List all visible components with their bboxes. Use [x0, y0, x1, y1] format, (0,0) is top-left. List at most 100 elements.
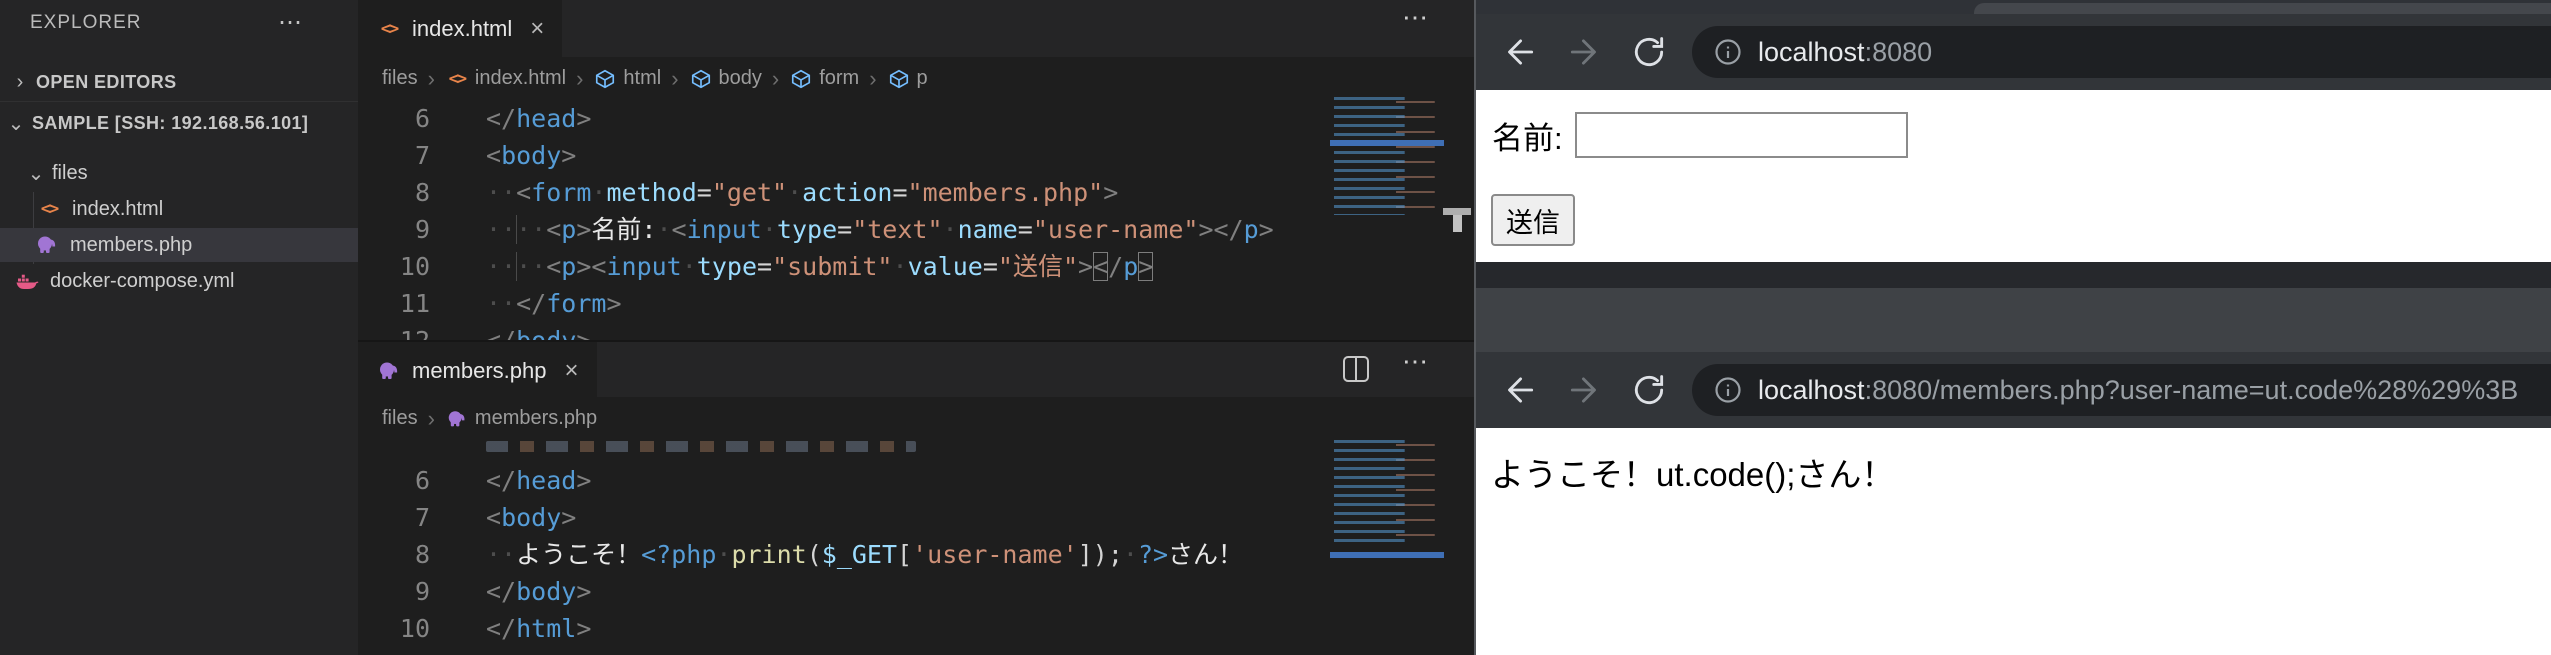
html-file-icon: <>: [445, 67, 469, 91]
line-number: 8: [358, 174, 430, 211]
sidebar-item-members-php[interactable]: members.php: [0, 228, 358, 262]
code-line[interactable]: 10····<p><input·type="submit"·value="送信"…: [358, 248, 1450, 285]
code-line[interactable]: 10</html>: [358, 610, 1450, 647]
sidebar-item-docker-compose[interactable]: docker-compose.yml: [0, 264, 358, 298]
editor-area: <> index.html × ⋯ files › <> index.html …: [358, 0, 1474, 655]
folder-label: files: [52, 162, 88, 185]
browser1-tabstrip-edge: [1974, 3, 2551, 14]
tab-label: members.php: [412, 358, 547, 384]
welcome-text: ようこそ！ut.code();さん！: [1491, 448, 1894, 496]
file-label: docker-compose.yml: [50, 270, 235, 293]
breadcrumb: files › members.php: [358, 397, 1474, 440]
line-number: 11: [358, 285, 430, 322]
open-editors-label: OPEN EDITORS: [36, 72, 177, 93]
browser2-toolbar: localhost:8080/members.php?user-name=ut.…: [1474, 352, 2551, 428]
code-line[interactable]: 11··</form>: [358, 285, 1450, 322]
reload-icon[interactable]: [1630, 33, 1668, 71]
code-line[interactable]: 6</head>: [358, 462, 1450, 499]
workspace-header[interactable]: ⌄ SAMPLE [SSH: 192.168.56.101]: [0, 106, 358, 140]
code-line[interactable]: 8··ようこそ！<?php·print($_GET['user-name']);…: [358, 536, 1450, 573]
info-icon[interactable]: [1714, 376, 1742, 404]
address-bar[interactable]: localhost:8080: [1692, 26, 2551, 78]
code-line[interactable]: 9</body>: [358, 573, 1450, 610]
breadcrumb-item-files[interactable]: files: [382, 67, 418, 90]
breadcrumb-item-p[interactable]: p: [887, 67, 928, 91]
explorer-title: EXPLORER: [30, 12, 141, 34]
breadcrumb-item-file[interactable]: <> index.html: [445, 67, 566, 91]
back-icon[interactable]: [1500, 371, 1538, 409]
address-bar[interactable]: localhost:8080/members.php?user-name=ut.…: [1692, 364, 2551, 416]
line-number: 9: [358, 211, 430, 248]
line-number: 9: [358, 573, 430, 610]
tab-members-php[interactable]: members.php ×: [358, 342, 597, 399]
split-editor-icon[interactable]: [1343, 356, 1369, 382]
screenshot-root: EXPLORER ⋯ › OPEN EDITORS ⌄ SAMPLE [SSH:…: [0, 0, 2551, 655]
breadcrumb-item-form[interactable]: form: [789, 67, 859, 91]
minimap[interactable]: [1330, 438, 1444, 546]
breadcrumb-item-html[interactable]: html: [593, 67, 661, 91]
code-editor-members-php[interactable]: 6</head>7<body>8··ようこそ！<?php·print($_GET…: [358, 462, 1450, 655]
minimap[interactable]: [1330, 95, 1444, 215]
name-label: 名前:: [1492, 113, 1563, 158]
chevron-down-icon: ⌄: [6, 111, 26, 136]
file-label: members.php: [70, 234, 192, 257]
browser1-page: 名前: 送信: [1474, 90, 2551, 262]
file-label: index.html: [72, 198, 163, 221]
docker-whale-icon: [14, 268, 40, 294]
editor2-more-icon[interactable]: ⋯: [1402, 346, 1431, 377]
breadcrumb: files › <> index.html › html › body ›: [358, 57, 1474, 100]
chevron-down-icon: ⌄: [26, 161, 46, 186]
url-text: localhost:8080: [1758, 37, 1932, 68]
browser-pane: localhost:8080 名前: 送信 メンバー向け × +: [1474, 0, 2551, 655]
code-line[interactable]: 12</body>: [358, 322, 1450, 340]
html-file-icon: <>: [376, 16, 402, 42]
explorer-sidebar: EXPLORER ⋯ › OPEN EDITORS ⌄ SAMPLE [SSH:…: [0, 0, 358, 655]
browser1-toolbar: localhost:8080: [1474, 14, 2551, 90]
forward-icon[interactable]: [1566, 33, 1604, 71]
tab-label: index.html: [412, 16, 512, 42]
close-icon[interactable]: ×: [530, 15, 544, 43]
browser1-tabstrip: [1474, 0, 2551, 14]
tab-index-html[interactable]: <> index.html ×: [358, 0, 562, 57]
line-number: 6: [358, 100, 430, 137]
submit-button[interactable]: 送信: [1491, 194, 1575, 246]
breadcrumb-item-files[interactable]: files: [382, 407, 418, 430]
code-line[interactable]: 8··<form·method="get"·action="members.ph…: [358, 174, 1450, 211]
name-input[interactable]: [1575, 112, 1908, 158]
chevron-right-icon: ›: [10, 71, 30, 94]
code-line[interactable]: 7<body>: [358, 137, 1450, 174]
code-line[interactable]: 7<body>: [358, 499, 1450, 536]
forward-icon[interactable]: [1566, 371, 1604, 409]
line-number: 7: [358, 499, 430, 536]
editor1-more-icon[interactable]: ⋯: [1402, 2, 1431, 33]
html-file-icon: <>: [36, 196, 62, 222]
back-icon[interactable]: [1500, 33, 1538, 71]
explorer-more-icon[interactable]: ⋯: [278, 8, 304, 37]
clipped-code-line: [486, 441, 916, 452]
breadcrumb-item-file[interactable]: members.php: [445, 407, 597, 431]
browser2-tabstrip: メンバー向け × +: [1474, 288, 2551, 352]
sidebar-item-files-folder[interactable]: ⌄ files: [0, 156, 358, 190]
breadcrumb-separator: ›: [671, 66, 678, 92]
code-editor-index-html[interactable]: 6</head>7<body>8··<form·method="get"·act…: [358, 100, 1450, 340]
symbol-cube-icon: [689, 67, 713, 91]
line-number: 10: [358, 248, 430, 285]
close-icon[interactable]: ×: [565, 357, 579, 385]
reload-icon[interactable]: [1630, 371, 1668, 409]
open-editors-header[interactable]: › OPEN EDITORS: [0, 64, 358, 102]
sidebar-item-index-html[interactable]: <> index.html: [0, 192, 358, 226]
php-elephant-icon: [445, 407, 469, 431]
line-number: 12: [358, 322, 430, 340]
code-line[interactable]: 9····<p>名前:·<input·type="text"·name="use…: [358, 211, 1450, 248]
info-icon[interactable]: [1714, 38, 1742, 66]
editor2-tabbar: members.php × ⋯: [358, 340, 1474, 397]
symbol-cube-icon: [887, 67, 911, 91]
line-number: 10: [358, 610, 430, 647]
window-gap: [1474, 262, 2551, 288]
breadcrumb-item-body[interactable]: body: [689, 67, 762, 91]
symbol-cube-icon: [593, 67, 617, 91]
breadcrumb-separator: ›: [428, 406, 435, 432]
mouse-cursor: [1443, 208, 1471, 234]
browser2-page: ようこそ！ut.code();さん！: [1474, 428, 2551, 655]
code-line[interactable]: 6</head>: [358, 100, 1450, 137]
